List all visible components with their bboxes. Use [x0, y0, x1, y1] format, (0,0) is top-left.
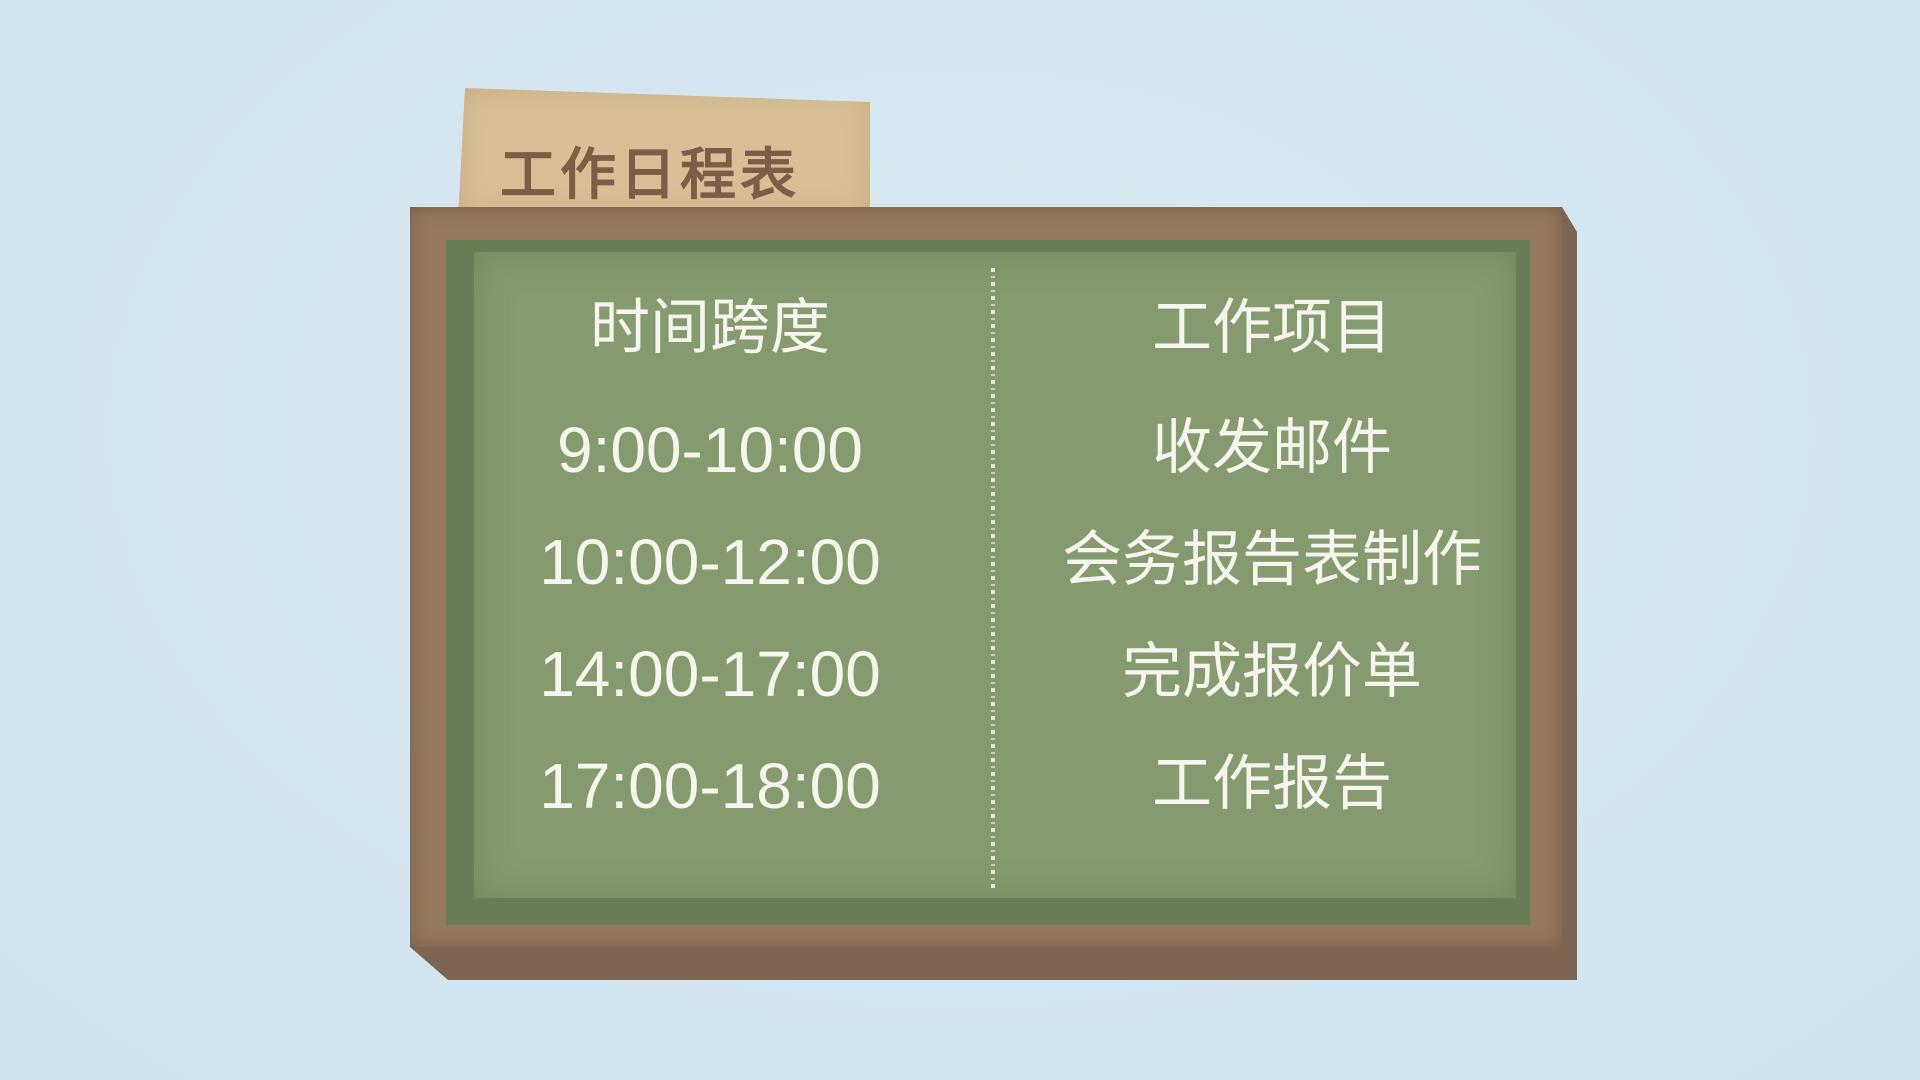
row-task: 会务报告表制作 [1062, 525, 1482, 595]
row-time: 17:00-18:00 [539, 750, 881, 822]
chalk-divider [991, 268, 995, 888]
row-time: 14:00-17:00 [539, 638, 881, 710]
header-task: 工作项目 [1152, 293, 1392, 363]
row-time: 9:00-10:00 [556, 414, 864, 486]
row-task: 完成报价单 [1122, 637, 1422, 707]
scene: 工作日程表 时间跨度 工作项目 9:00-10:00 收发邮件 10:00-12… [0, 0, 1920, 1080]
header-time: 时间跨度 [590, 293, 830, 363]
row-task: 工作报告 [1152, 749, 1392, 819]
schedule-title: 工作日程表 [500, 143, 800, 208]
row-task: 收发邮件 [1152, 413, 1392, 483]
row-time: 10:00-12:00 [539, 526, 881, 598]
